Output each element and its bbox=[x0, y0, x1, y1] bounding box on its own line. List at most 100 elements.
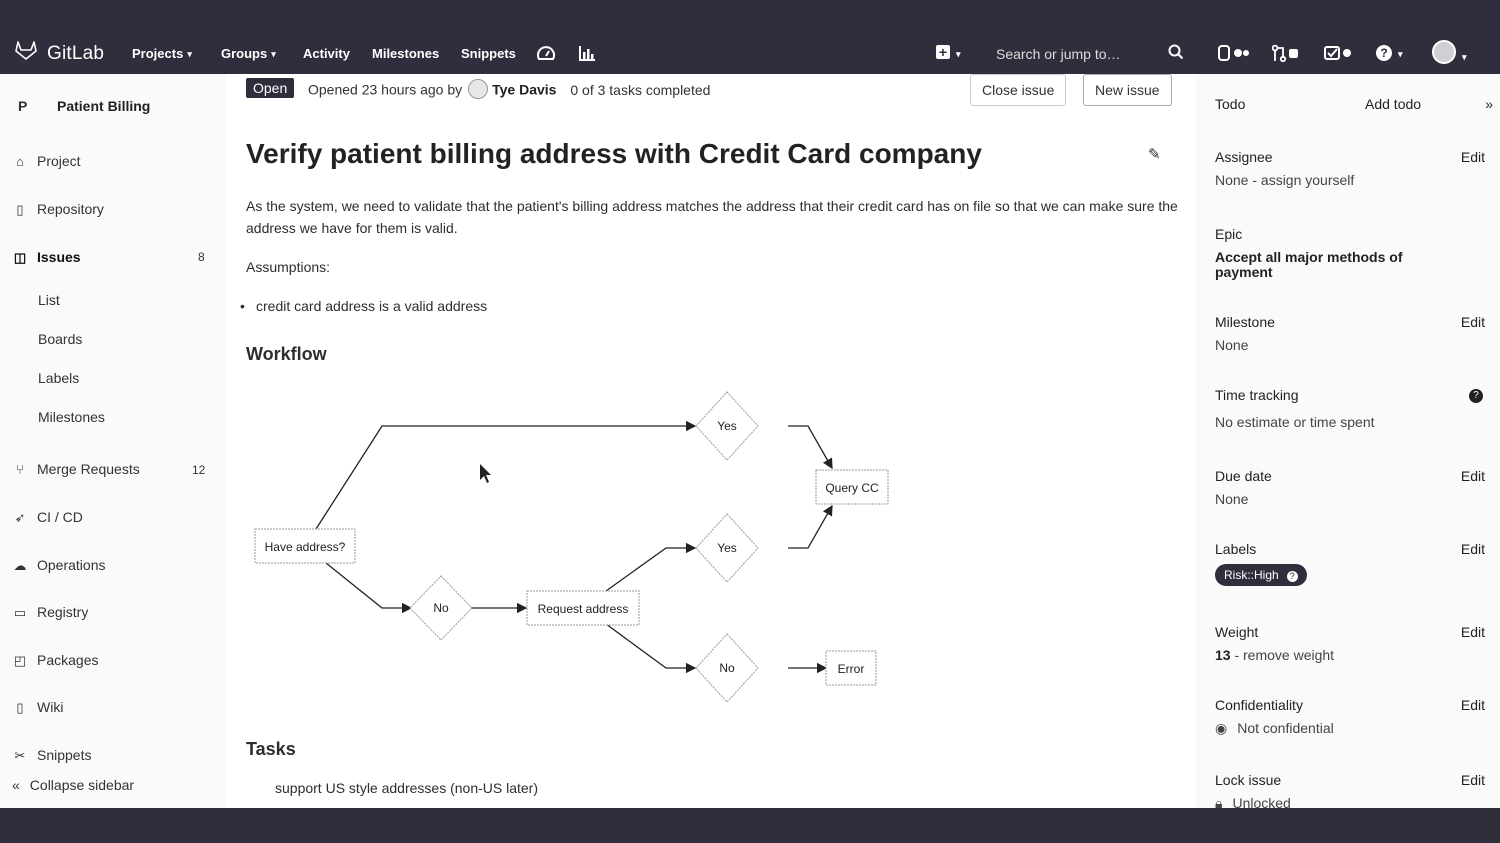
sidebar-item-operations[interactable]: ☁ Operations bbox=[12, 557, 106, 581]
lock-issue-label: Lock issue bbox=[1215, 772, 1282, 788]
chevron-down-icon: ▾ bbox=[187, 49, 192, 59]
sidebar-subitem-boards[interactable]: Boards bbox=[38, 331, 82, 347]
help-dropdown[interactable]: ? ▾ bbox=[1376, 44, 1403, 62]
time-tracking-section: Time tracking ? No estimate or time spen… bbox=[1215, 387, 1485, 431]
node-query-cc: Query CC bbox=[815, 469, 889, 505]
bottom-bar bbox=[0, 808, 1500, 843]
nav-milestones[interactable]: Milestones bbox=[372, 46, 439, 61]
sidebar-item-label: Repository bbox=[37, 201, 104, 217]
todo-icon[interactable] bbox=[1324, 44, 1356, 62]
svg-text:Have address?: Have address? bbox=[265, 540, 346, 554]
add-todo-button[interactable]: Add todo bbox=[1365, 96, 1421, 112]
issues-icon[interactable] bbox=[1218, 44, 1250, 62]
task-item[interactable]: support US style addresses (non-US later… bbox=[275, 780, 538, 796]
milestone-edit-link[interactable]: Edit bbox=[1461, 314, 1485, 330]
home-icon: ⌂ bbox=[16, 154, 24, 169]
dashboard-icon[interactable] bbox=[536, 44, 556, 62]
node-no-left: No bbox=[409, 575, 473, 641]
epic-section: Epic Accept all major methods of payment bbox=[1215, 226, 1485, 282]
chevron-down-icon: ▾ bbox=[271, 49, 276, 59]
plus-icon: + bbox=[936, 45, 950, 59]
sidebar-subitem-labels[interactable]: Labels bbox=[38, 370, 79, 386]
assignee-edit-link[interactable]: Edit bbox=[1461, 149, 1485, 165]
sidebar-item-repository[interactable]: ▯ Repository bbox=[12, 201, 104, 225]
nav-groups[interactable]: Groups ▾ bbox=[221, 46, 276, 61]
gitlab-logo-icon[interactable] bbox=[14, 40, 38, 60]
lock-icon: 🔒︎ bbox=[1215, 795, 1223, 808]
confidentiality-edit-link[interactable]: Edit bbox=[1461, 697, 1485, 713]
sidebar-item-snippets[interactable]: ✂ Snippets bbox=[12, 747, 92, 765]
close-issue-button[interactable]: Close issue bbox=[970, 74, 1067, 106]
issue-main-content: Open Opened 23 hours ago by Tye Davis 0 o… bbox=[226, 74, 1196, 808]
eye-icon: ◉ bbox=[1215, 720, 1228, 736]
registry-icon: ▭ bbox=[13, 605, 27, 620]
epic-link[interactable]: Accept all major methods of payment bbox=[1215, 250, 1435, 280]
assumptions-label: Assumptions: bbox=[246, 259, 331, 275]
lock-value-row: 🔒︎ Unlocked bbox=[1215, 795, 1291, 808]
confidentiality-section: Confidentiality Edit ◉ Not confidential bbox=[1215, 697, 1485, 741]
sidebar-item-wiki[interactable]: ▯ Wiki bbox=[12, 699, 63, 723]
sidebar-item-packages[interactable]: ◰ Packages bbox=[12, 652, 99, 676]
collapse-sidebar-button[interactable]: « Collapse sidebar bbox=[12, 777, 134, 793]
weight-edit-link[interactable]: Edit bbox=[1461, 624, 1485, 640]
svg-text:Request address: Request address bbox=[538, 602, 629, 616]
sidebar-item-issues[interactable]: ◫ Issues bbox=[12, 249, 81, 273]
due-date-section: Due date Edit None bbox=[1215, 468, 1485, 512]
new-dropdown[interactable]: + ▾ bbox=[936, 44, 961, 62]
due-date-edit-link[interactable]: Edit bbox=[1461, 468, 1485, 484]
confidentiality-value: Not confidential bbox=[1237, 720, 1334, 736]
sidebar-subitem-milestones[interactable]: Milestones bbox=[38, 409, 105, 425]
sidebar-item-label: Snippets bbox=[37, 747, 92, 763]
chevron-down-icon: ▾ bbox=[956, 49, 961, 59]
project-sidebar: P Patient Billing ⌂ Project ▯ Repository ◫… bbox=[0, 74, 226, 808]
user-menu[interactable]: ▾ bbox=[1432, 40, 1467, 64]
book-icon: ▯ bbox=[16, 700, 24, 715]
scissors-icon: ✂ bbox=[14, 748, 26, 763]
remove-weight-link[interactable]: - remove weight bbox=[1231, 647, 1334, 663]
collapse-sidebar-label: Collapse sidebar bbox=[29, 777, 135, 793]
author-link[interactable]: Tye Davis bbox=[492, 82, 556, 98]
nav-groups-label: Groups bbox=[221, 46, 268, 61]
cloud-gear-icon: ☁ bbox=[13, 558, 27, 573]
issue-title: Verify patient billing address with Cred… bbox=[246, 138, 982, 169]
node-yes-mid: Yes bbox=[695, 513, 759, 583]
assignee-value[interactable]: None - assign yourself bbox=[1215, 172, 1354, 188]
chart-icon[interactable] bbox=[578, 44, 596, 62]
nav-projects[interactable]: Projects ▾ bbox=[132, 46, 192, 61]
label-risk-high[interactable]: Risk::High? bbox=[1215, 564, 1307, 586]
merge-requests-count-badge: 12 bbox=[192, 463, 206, 477]
project-avatar[interactable]: P bbox=[18, 98, 38, 118]
pencil-icon[interactable]: ✎ bbox=[1148, 145, 1161, 163]
node-request-address: Request address bbox=[526, 590, 640, 626]
sidebar-item-ci-cd[interactable]: ➶ CI / CD bbox=[12, 509, 83, 533]
chevron-down-icon: ▾ bbox=[1462, 51, 1467, 62]
search-placeholder: Search or jump to… bbox=[996, 46, 1121, 62]
node-error: Error bbox=[825, 650, 877, 686]
sidebar-item-registry[interactable]: ▭ Registry bbox=[12, 604, 89, 628]
brand-name[interactable]: GitLab bbox=[47, 43, 104, 65]
sidebar-item-label: Packages bbox=[37, 652, 99, 668]
author-avatar[interactable] bbox=[468, 79, 489, 99]
lock-issue-edit-link[interactable]: Edit bbox=[1461, 772, 1485, 788]
sidebar-item-project[interactable]: ⌂ Project bbox=[12, 153, 81, 177]
nav-activity[interactable]: Activity bbox=[303, 46, 350, 61]
nav-snippets[interactable]: Snippets bbox=[461, 46, 516, 61]
time-tracking-label: Time tracking bbox=[1215, 387, 1299, 403]
new-issue-button[interactable]: New issue bbox=[1083, 74, 1172, 106]
sidebar-item-label: Merge Requests bbox=[37, 461, 140, 477]
expand-sidebar-icon[interactable]: » bbox=[1485, 96, 1493, 112]
merge-request-icon[interactable] bbox=[1272, 44, 1302, 62]
sidebar-subitem-list[interactable]: List bbox=[38, 292, 60, 308]
milestone-section: Milestone Edit None bbox=[1215, 314, 1485, 358]
labels-edit-link[interactable]: Edit bbox=[1461, 541, 1485, 557]
sidebar-item-merge-requests[interactable]: ⑂ Merge Requests bbox=[12, 461, 140, 485]
assignee-label: Assignee bbox=[1215, 149, 1273, 165]
help-icon: ? bbox=[1376, 45, 1392, 61]
weight-value: 13 bbox=[1215, 647, 1231, 663]
todo-label: Todo bbox=[1215, 96, 1246, 112]
project-name[interactable]: Patient Billing bbox=[57, 98, 150, 114]
help-icon[interactable]: ? bbox=[1469, 389, 1483, 403]
time-tracking-value: No estimate or time spent bbox=[1215, 414, 1375, 430]
svg-text:No: No bbox=[719, 661, 735, 675]
search-input[interactable]: Search or jump to… bbox=[982, 38, 1194, 68]
